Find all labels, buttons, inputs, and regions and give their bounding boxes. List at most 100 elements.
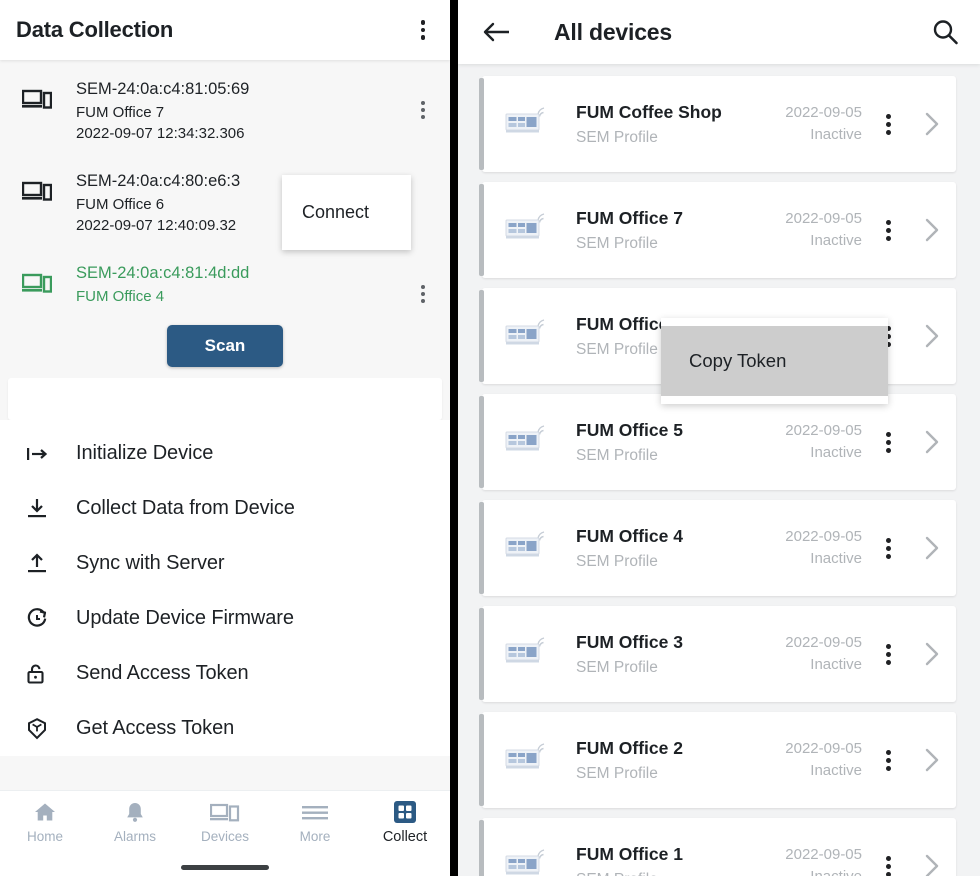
scan-device-row[interactable]: SEM-24:0a:c4:81:05:69 FUM Office 7 2022-…	[0, 68, 450, 160]
status-badge: Inactive	[810, 126, 862, 143]
sem-device-icon	[504, 740, 562, 780]
copy-token-label: Copy Token	[689, 350, 787, 371]
scan-row-more-icon[interactable]	[410, 262, 436, 308]
device-name: FUM Office 7	[576, 208, 683, 229]
refresh-clock-icon	[26, 606, 60, 632]
menu-item-sync-with-server[interactable]: Sync with Server	[0, 536, 450, 591]
laptop-device-icon	[22, 262, 62, 294]
device-card-info: FUM Office 2 SEM Profile	[562, 735, 756, 785]
nav-item-collect[interactable]: Collect	[360, 799, 450, 845]
device-mac: SEM-24:0a:c4:81:05:69	[76, 80, 250, 98]
sem-device-icon	[504, 422, 562, 462]
nav-label: Alarms	[113, 829, 156, 844]
lock-open-icon	[26, 661, 60, 687]
device-card[interactable]: FUM Office 3 SEM Profile 2022-09-05 Inac…	[479, 606, 956, 702]
device-name: FUM Office 7	[76, 103, 165, 121]
menu-item-get-access-token[interactable]: Get Access Token	[0, 701, 450, 756]
device-card[interactable]: FUM Coffee Shop SEM Profile 2022-09-05 I…	[479, 76, 956, 172]
left-app-bar: Data Collection	[0, 0, 450, 60]
menu-item-initialize-device[interactable]: Initialize Device	[0, 426, 450, 481]
chevron-right-icon[interactable]	[908, 323, 956, 349]
device-profile: SEM Profile	[576, 128, 658, 146]
status-badge: Inactive	[756, 866, 862, 876]
device-more-icon[interactable]	[868, 640, 908, 668]
device-more-icon[interactable]	[868, 216, 908, 244]
search-icon[interactable]	[928, 15, 962, 49]
scan-row-more-icon[interactable]	[410, 170, 436, 188]
device-date: 2022-09-05	[785, 209, 862, 227]
bottom-navigation-bar: Home Alarms Devices More Collect	[0, 790, 450, 876]
menu-item-update-firmware[interactable]: Update Device Firmware	[0, 591, 450, 646]
laptop-device-icon	[22, 78, 62, 110]
copy-token-context-menu[interactable]: Copy Token	[661, 318, 888, 404]
device-card[interactable]: FUM Office 2 SEM Profile 2022-09-05 Inac…	[479, 712, 956, 808]
page-title: All devices	[554, 18, 672, 45]
page-title: Data Collection	[16, 17, 174, 42]
chevron-right-icon[interactable]	[908, 217, 956, 243]
scan-button[interactable]: Scan	[167, 325, 283, 367]
menu-item-label: Sync with Server	[76, 552, 225, 574]
nav-item-home[interactable]: Home	[0, 799, 90, 844]
initialize-device-icon	[26, 441, 60, 467]
sem-device-icon	[504, 528, 562, 568]
device-name: FUM Office 5	[576, 420, 683, 441]
status-badge: Inactive	[810, 550, 862, 567]
chevron-right-icon[interactable]	[908, 853, 956, 876]
connect-menu-item[interactable]: Connect	[282, 202, 369, 223]
nav-label: More	[299, 829, 331, 844]
more-vert-icon[interactable]	[410, 16, 436, 44]
sem-device-icon	[504, 104, 562, 144]
copy-token-menu-item[interactable]: Copy Token	[661, 326, 888, 396]
device-card-info: FUM Coffee Shop SEM Profile	[562, 99, 756, 149]
device-card[interactable]: FUM Office 4 SEM Profile 2022-09-05 Inac…	[479, 500, 956, 596]
device-name: FUM Office 4	[76, 287, 165, 305]
device-name: FUM Office 4	[576, 526, 683, 547]
home-icon	[33, 799, 57, 825]
device-card-meta: 2022-09-05 Inactive	[756, 208, 868, 253]
menu-item-label: Send Access Token	[76, 662, 249, 684]
scan-row-more-icon[interactable]	[410, 78, 436, 124]
device-more-icon[interactable]	[868, 746, 908, 774]
chevron-right-icon[interactable]	[908, 535, 956, 561]
nav-item-devices[interactable]: Devices	[180, 799, 270, 844]
status-badge: Inactive	[810, 444, 862, 461]
menu-lines-icon	[301, 799, 329, 825]
device-profile: SEM Profile	[576, 868, 756, 876]
laptop-device-icon	[22, 170, 62, 202]
panel-divider	[450, 0, 458, 876]
chevron-right-icon[interactable]	[908, 111, 956, 137]
menu-item-collect-data[interactable]: Collect Data from Device	[0, 481, 450, 536]
nav-label: Devices	[200, 829, 249, 844]
device-profile: SEM Profile	[576, 446, 658, 464]
chevron-right-icon[interactable]	[908, 747, 956, 773]
nav-item-more[interactable]: More	[270, 799, 360, 844]
device-name: FUM Office 2	[576, 738, 683, 759]
device-card[interactable]: FUM Office 7 SEM Profile 2022-09-05 Inac…	[479, 182, 956, 278]
app-screen: Data Collection SEM-24:0a:c4:81:05:69 FU…	[0, 0, 980, 876]
chevron-right-icon[interactable]	[908, 641, 956, 667]
chevron-right-icon[interactable]	[908, 429, 956, 455]
grid-icon	[393, 799, 417, 825]
scan-button-wrap: Scan	[0, 325, 450, 367]
device-card[interactable]: FUM Office 1 SEM Profile 2022-09-05 Inac…	[479, 818, 956, 876]
menu-item-send-access-token[interactable]: Send Access Token	[0, 646, 450, 701]
device-date: 2022-09-05	[785, 845, 862, 863]
device-more-icon[interactable]	[868, 852, 908, 876]
left-panel-data-collection: Data Collection SEM-24:0a:c4:81:05:69 FU…	[0, 0, 450, 876]
device-card-meta: 2022-09-05 Inactive	[756, 738, 868, 783]
status-badge: Inactive	[810, 656, 862, 673]
device-card[interactable]: FUM Office 5 SEM Profile 2022-09-05 Inac…	[479, 394, 956, 490]
hexagon-shield-icon	[26, 716, 60, 742]
device-profile: SEM Profile	[576, 658, 658, 676]
nav-item-alarms[interactable]: Alarms	[90, 799, 180, 844]
right-app-bar: All devices	[458, 0, 980, 64]
device-more-icon[interactable]	[868, 534, 908, 562]
connect-context-menu[interactable]: Connect	[282, 175, 411, 250]
device-more-icon[interactable]	[868, 428, 908, 456]
device-date: 2022-09-05	[785, 421, 862, 439]
device-date: 2022-09-05	[785, 633, 862, 651]
arrow-back-icon[interactable]	[480, 15, 514, 49]
device-more-icon[interactable]	[868, 110, 908, 138]
device-profile: SEM Profile	[576, 764, 658, 782]
nav-label: Collect	[382, 829, 428, 845]
